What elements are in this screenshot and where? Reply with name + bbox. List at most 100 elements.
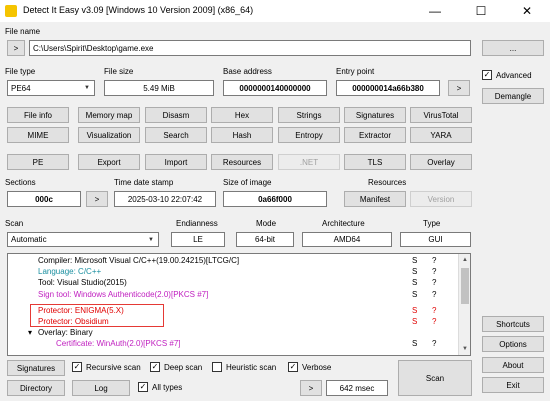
virustotal-button[interactable]: VirusTotal — [410, 107, 472, 123]
recursive-scan-checkbox[interactable]: ✓ Recursive scan — [72, 362, 141, 372]
size-of-image-field: 0a66f000 — [223, 191, 327, 207]
chevron-down-icon: ▼ — [148, 236, 154, 243]
elapsed-time-field: 642 msec — [326, 380, 388, 396]
disasm-button[interactable]: Disasm — [145, 107, 207, 123]
checkbox-empty-icon — [212, 362, 222, 372]
chevron-down-icon: ▼ — [84, 85, 90, 91]
search-button[interactable]: Search — [145, 127, 207, 143]
all-types-label: All types — [152, 382, 183, 392]
scan-mode-value: Automatic — [11, 235, 47, 244]
heuristic-scan-label: Heuristic scan — [226, 362, 277, 372]
resources-button[interactable]: Resources — [211, 154, 273, 170]
visualization-button[interactable]: Visualization — [78, 127, 140, 143]
sections-count-field: 000c — [7, 191, 81, 207]
minimize-button[interactable]: — — [412, 0, 458, 22]
scan-mode-select[interactable]: Automatic ▼ — [7, 232, 159, 247]
checkmark-icon: ✓ — [150, 362, 160, 372]
type-field: GUI — [400, 232, 471, 247]
manifest-button[interactable]: Manifest — [344, 191, 406, 207]
resources-label: Resources — [368, 178, 407, 187]
timestamp-field: 2025-03-10 22:07:42 — [114, 191, 216, 207]
shortcuts-button[interactable]: Shortcuts — [482, 316, 544, 332]
endianness-label: Endianness — [176, 219, 218, 228]
app-icon — [5, 5, 17, 17]
file-path-field[interactable]: C:\Users\Spirit\Desktop\game.exe — [29, 40, 471, 56]
heuristic-scan-checkbox[interactable]: Heuristic scan — [212, 362, 276, 372]
verbose-label: Verbose — [302, 362, 332, 372]
file-type-label: File type — [5, 67, 36, 76]
browse-arrow-button[interactable]: > — [7, 40, 25, 56]
elapsed-time-arrow-button[interactable]: > — [300, 380, 322, 396]
mode-field: 64-bit — [236, 232, 294, 247]
import-button[interactable]: Import — [145, 154, 207, 170]
checkmark-icon: ✓ — [482, 70, 492, 80]
overlay-button[interactable]: Overlay — [410, 154, 472, 170]
version-button[interactable]: Version — [410, 191, 472, 207]
scan-button[interactable]: Scan — [398, 360, 472, 396]
result-row[interactable]: Tool: Visual Studio(2015) S ? — [8, 278, 458, 288]
about-button[interactable]: About — [482, 357, 544, 373]
extractor-button[interactable]: Extractor — [344, 127, 406, 143]
file-name-label: File name — [5, 27, 41, 36]
window-title: Detect It Easy v3.09 [Windows 10 Version… — [23, 5, 254, 15]
log-button[interactable]: Log — [72, 380, 130, 396]
mime-button[interactable]: MIME — [7, 127, 69, 143]
result-row[interactable]: Compiler: Microsoft Visual C/C++(19.00.2… — [8, 256, 458, 266]
mode-label: Mode — [256, 219, 277, 228]
pe-button[interactable]: PE — [7, 154, 69, 170]
architecture-field: AMD64 — [302, 232, 392, 247]
result-row[interactable]: Certificate: WinAuth(2.0)[PKCS #7] S ? — [8, 339, 458, 349]
scrollbar-thumb[interactable] — [461, 268, 469, 304]
open-file-button[interactable]: ... — [482, 40, 544, 56]
deep-scan-checkbox[interactable]: ✓ Deep scan — [150, 362, 202, 372]
maximize-button[interactable]: ☐ — [458, 0, 504, 22]
scroll-down-icon[interactable]: ▼ — [459, 343, 470, 355]
recursive-scan-label: Recursive scan — [86, 362, 141, 372]
scroll-up-icon[interactable]: ▲ — [459, 254, 470, 266]
file-type-value: PE64 — [11, 83, 31, 93]
exit-button[interactable]: Exit — [482, 377, 544, 393]
file-type-select[interactable]: PE64 ▼ — [7, 80, 95, 96]
file-size-field: 5.49 MiB — [104, 80, 214, 96]
collapse-arrow-icon[interactable]: ▾ — [28, 328, 32, 337]
result-row[interactable]: Language: C/C++ S ? — [8, 267, 458, 277]
type-label: Type — [423, 219, 441, 228]
close-button[interactable]: ✕ — [504, 0, 550, 22]
architecture-label: Architecture — [322, 219, 365, 228]
tls-button[interactable]: TLS — [344, 154, 406, 170]
entry-point-label: Entry point — [336, 67, 375, 76]
options-button[interactable]: Options — [482, 336, 544, 352]
title-bar: Detect It Easy v3.09 [Windows 10 Version… — [0, 0, 550, 22]
file-info-button[interactable]: File info — [7, 107, 69, 123]
hash-button[interactable]: Hash — [211, 127, 273, 143]
signatures-button[interactable]: Signatures — [344, 107, 406, 123]
entry-point-arrow-button[interactable]: > — [448, 80, 470, 96]
result-row[interactable]: Sign tool: Windows Authenticode(2.0)[PKC… — [8, 290, 458, 300]
entropy-button[interactable]: Entropy — [278, 127, 340, 143]
memory-map-button[interactable]: Memory map — [78, 107, 140, 123]
all-types-checkbox[interactable]: ✓ All types — [138, 382, 182, 392]
endianness-field: LE — [171, 232, 225, 247]
directory-button[interactable]: Directory — [7, 380, 65, 396]
advanced-checkbox[interactable]: ✓ Advanced — [482, 70, 532, 80]
checkmark-icon: ✓ — [288, 362, 298, 372]
entry-point-field: 000000014a66b380 — [336, 80, 440, 96]
demangle-button[interactable]: Demangle — [482, 88, 544, 104]
results-scrollbar[interactable]: ▲ ▼ — [458, 254, 470, 355]
yara-button[interactable]: YARA — [410, 127, 472, 143]
timestamp-label: Time date stamp — [114, 178, 174, 187]
sections-arrow-button[interactable]: > — [86, 191, 108, 207]
sections-label: Sections — [5, 178, 36, 187]
file-size-label: File size — [104, 67, 134, 76]
hex-button[interactable]: Hex — [211, 107, 273, 123]
verbose-checkbox[interactable]: ✓ Verbose — [288, 362, 331, 372]
scan-label: Scan — [5, 219, 24, 228]
strings-button[interactable]: Strings — [278, 107, 340, 123]
dotnet-button[interactable]: .NET — [278, 154, 340, 170]
size-of-image-label: Size of image — [223, 178, 272, 187]
signatures-bottom-button[interactable]: Signatures — [7, 360, 65, 376]
export-button[interactable]: Export — [78, 154, 140, 170]
base-address-label: Base address — [223, 67, 272, 76]
result-row[interactable]: ▾ Overlay: Binary — [8, 328, 458, 338]
advanced-label: Advanced — [496, 70, 532, 80]
